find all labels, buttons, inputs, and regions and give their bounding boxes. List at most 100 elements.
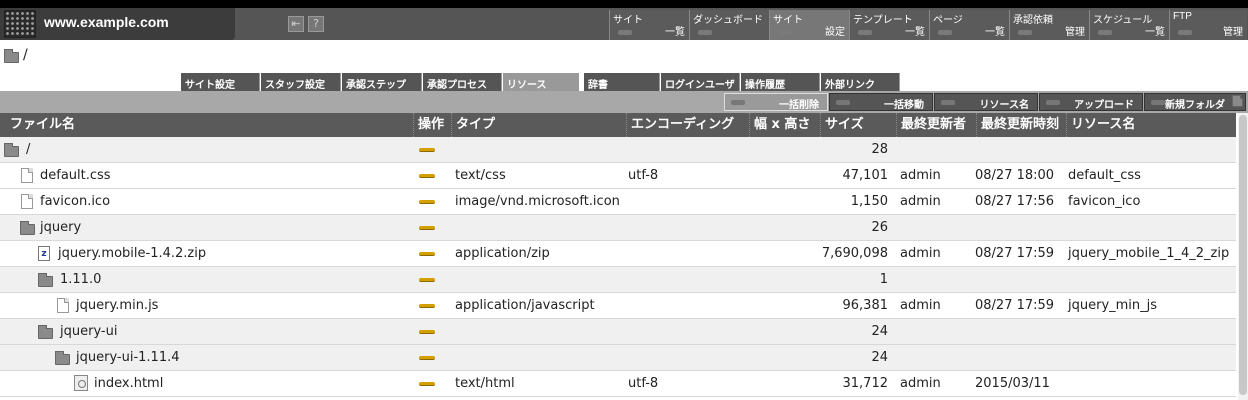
tab-staff-settings[interactable]: スタッフ設定	[261, 73, 341, 91]
upload-button[interactable]: アップロード	[1039, 93, 1143, 111]
file-updater: admin	[900, 194, 941, 209]
menu-template-list[interactable]: テンプレート 一覧	[849, 10, 929, 40]
col-type[interactable]: タイプ	[451, 113, 625, 137]
operation-menu-icon[interactable]	[419, 252, 435, 256]
table-row[interactable]: index.html text/html utf-8 31,712 admin …	[0, 371, 1236, 397]
led-icon	[836, 100, 850, 105]
file-name[interactable]: jquery.min.js	[76, 293, 158, 319]
top-strip	[0, 0, 1248, 8]
table-row[interactable]: jquery.min.js application/javascript 96,…	[0, 293, 1236, 319]
tab-bar: サイト設定 スタッフ設定 承認ステップ 承認プロセス リソース 辞書 ログインユ…	[0, 73, 1248, 91]
col-size[interactable]: サイズ	[820, 113, 893, 137]
file-size: 28	[871, 142, 888, 157]
resource-name-button[interactable]: リソース名	[934, 93, 1038, 111]
led-icon	[1178, 30, 1192, 35]
menu-site-list[interactable]: サイト 一覧	[609, 10, 689, 40]
file-icon	[21, 168, 33, 183]
top-menu: サイト 一覧 ダッシュボード サイト 設定 テンプレート 一覧 ページ 一覧 承認依頼管…	[609, 10, 1247, 40]
site-url[interactable]: www.example.com	[44, 14, 169, 30]
vertical-scrollbar[interactable]	[1238, 113, 1248, 400]
led-icon	[1151, 100, 1165, 105]
table-row[interactable]: jquery 26	[0, 215, 1236, 241]
app-logo-icon[interactable]	[4, 10, 36, 38]
operation-menu-icon[interactable]	[419, 382, 435, 386]
tab-approval-steps[interactable]: 承認ステップ	[342, 73, 422, 91]
file-name[interactable]: favicon.ico	[40, 189, 110, 215]
table-row[interactable]: favicon.ico image/vnd.microsoft.icon 1,1…	[0, 189, 1236, 215]
file-name[interactable]: /	[26, 137, 30, 163]
file-updater: admin	[900, 168, 941, 183]
tab-operation-history[interactable]: 操作履歴	[741, 73, 820, 91]
new-folder-button[interactable]: 新規フォルダ	[1144, 93, 1246, 111]
table-row[interactable]: 1.11.0 1	[0, 267, 1236, 293]
col-dimensions[interactable]: 幅 x 高さ	[749, 113, 818, 137]
logout-icon[interactable]: ⇤	[288, 16, 304, 32]
file-name[interactable]: default.css	[40, 163, 111, 189]
table-row[interactable]: / 28	[0, 137, 1236, 163]
operation-menu-icon[interactable]	[419, 226, 435, 230]
file-size: 24	[871, 324, 888, 339]
file-updated: 2015/03/11	[975, 376, 1050, 391]
action-bar: 一括削除 一括移動 リソース名 アップロード 新規フォルダ	[0, 91, 1248, 113]
file-name[interactable]: jquery-ui-1.11.4	[76, 345, 180, 371]
app-header: www.example.com ⇤ ? サイト 一覧 ダッシュボード サイト 設定 …	[0, 8, 1248, 40]
file-type: text/html	[455, 376, 515, 391]
menu-ftp[interactable]: FTP 管理	[1169, 10, 1247, 40]
menu-approval-requests[interactable]: 承認依頼 管理	[1009, 10, 1089, 40]
file-name[interactable]: 1.11.0	[60, 267, 101, 293]
led-icon	[778, 30, 792, 35]
menu-page-list[interactable]: ページ 一覧	[929, 10, 1009, 40]
bulk-move-button[interactable]: 一括移動	[829, 93, 933, 111]
logo-area: www.example.com	[0, 8, 235, 40]
table-header: ファイル名 操作 タイプ エンコーディング 幅 x 高さ サイズ 最終更新者 最…	[0, 113, 1236, 137]
col-resource-name[interactable]: リソース名	[1066, 113, 1236, 137]
file-name[interactable]: jquery	[40, 215, 81, 241]
file-name[interactable]: jquery.mobile-1.4.2.zip	[58, 241, 206, 267]
operation-menu-icon[interactable]	[419, 174, 435, 178]
file-updater: admin	[900, 246, 941, 261]
file-updated: 08/27 17:56	[975, 194, 1055, 209]
operation-menu-icon[interactable]	[419, 304, 435, 308]
help-icon[interactable]: ?	[308, 16, 324, 32]
table-row[interactable]: z jquery.mobile-1.4.2.zip application/zi…	[0, 241, 1236, 267]
folder-icon	[55, 351, 70, 365]
led-icon	[1046, 100, 1060, 105]
operation-menu-icon[interactable]	[419, 148, 435, 152]
file-size: 7,690,098	[821, 246, 888, 261]
led-icon	[698, 30, 712, 35]
operation-menu-icon[interactable]	[419, 200, 435, 204]
menu-schedule-list[interactable]: スケジュール 一覧	[1089, 10, 1169, 40]
operation-menu-icon[interactable]	[419, 278, 435, 282]
scrollbar-thumb[interactable]	[1239, 115, 1247, 395]
operation-menu-icon[interactable]	[419, 356, 435, 360]
col-updater[interactable]: 最終更新者	[896, 113, 973, 137]
folder-icon	[4, 143, 19, 157]
table-row[interactable]: jquery-ui-1.11.4 24	[0, 345, 1236, 371]
breadcrumb: /	[0, 40, 1248, 70]
file-name[interactable]: jquery-ui	[60, 319, 117, 345]
col-filename[interactable]: ファイル名	[6, 113, 411, 137]
file-resource-name: jquery_mobile_1_4_2_zip	[1068, 246, 1230, 261]
tab-resources[interactable]: リソース	[503, 73, 579, 91]
file-encoding: utf-8	[628, 376, 659, 391]
col-operation[interactable]: 操作	[413, 113, 450, 137]
current-path[interactable]: /	[23, 47, 28, 63]
operation-menu-icon[interactable]	[419, 330, 435, 334]
col-encoding[interactable]: エンコーディング	[626, 113, 748, 137]
bulk-delete-button[interactable]: 一括削除	[724, 93, 828, 111]
tab-login-users[interactable]: ログインユーザ	[661, 73, 740, 91]
tab-site-settings[interactable]: サイト設定	[181, 73, 260, 91]
col-updated-time[interactable]: 最終更新時刻	[976, 113, 1064, 137]
led-icon	[941, 100, 955, 105]
tab-approval-process[interactable]: 承認プロセス	[423, 73, 502, 91]
file-size: 26	[871, 220, 888, 235]
menu-site-settings[interactable]: サイト 設定	[769, 10, 849, 40]
tab-external-links[interactable]: 外部リンク	[821, 73, 900, 91]
file-updater: admin	[900, 376, 941, 391]
table-row[interactable]: jquery-ui 24	[0, 319, 1236, 345]
tab-dictionary[interactable]: 辞書	[584, 73, 660, 91]
file-resource-name: default_css	[1068, 168, 1141, 183]
menu-dashboard[interactable]: ダッシュボード	[689, 10, 769, 40]
table-row[interactable]: default.css text/css utf-8 47,101 admin …	[0, 163, 1236, 189]
file-name[interactable]: index.html	[94, 371, 163, 397]
